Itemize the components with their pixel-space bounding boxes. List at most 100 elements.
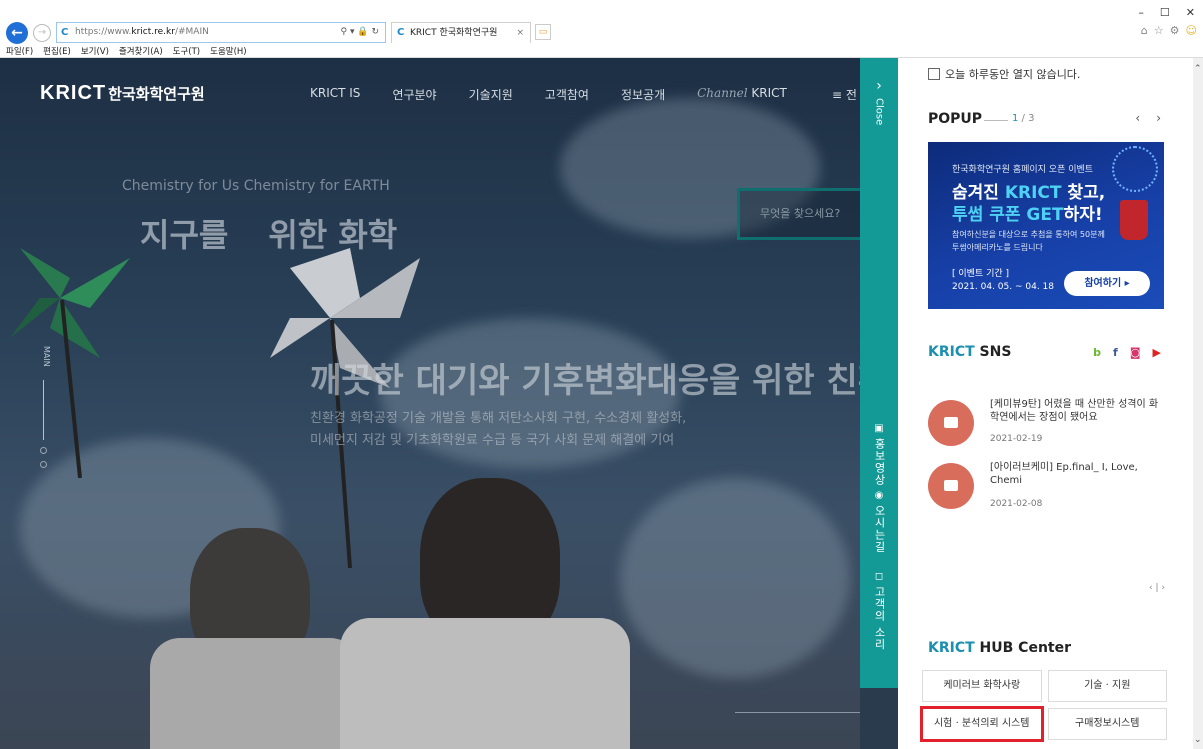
close-window-icon[interactable]: ✕ xyxy=(1186,6,1195,19)
close-panel-button[interactable]: › Close xyxy=(860,78,898,148)
hub-title: KRICT HUB Center xyxy=(928,640,1071,656)
dont-show-label: 오늘 하루동안 열지 않습니다. xyxy=(945,68,1081,81)
menu-tools[interactable]: 도구(T) xyxy=(173,45,200,57)
decor-line xyxy=(735,712,860,713)
slogan-ko-b: 위한 화학 xyxy=(268,216,398,254)
side-link-promo-video[interactable]: ▣ 홍보영상 xyxy=(860,423,898,489)
youtube-thumb-icon xyxy=(928,463,974,509)
minimize-icon[interactable]: – xyxy=(1138,6,1144,19)
blog-icon[interactable]: b xyxy=(1093,346,1101,359)
next-chevron-icon[interactable]: › xyxy=(1156,111,1161,125)
browser-tab[interactable]: C KRICT 한국화학연구원 × xyxy=(391,22,531,43)
url-suffix: /#MAIN xyxy=(174,27,209,37)
nav-item-tech-support[interactable]: 기술지원 xyxy=(469,86,513,103)
slide-dot[interactable] xyxy=(40,447,47,454)
instagram-icon[interactable]: ◙ xyxy=(1130,346,1141,359)
feedback-smiley-icon[interactable]: ☺ xyxy=(1186,24,1197,37)
address-controls[interactable]: ⚲ ▾ 🔒 ↻ xyxy=(341,23,379,42)
nav-item-disclosure[interactable]: 정보공개 xyxy=(621,86,665,103)
sns-item-title: [아이러브케미] Ep.final_ I, Love, Chemi xyxy=(990,462,1138,486)
screen: ← → C https://www.krict.re.kr/#MAIN ⚲ ▾ … xyxy=(0,0,1203,749)
dont-show-checkbox[interactable] xyxy=(928,68,940,80)
side-tab-bar: › Close ▣ 홍보영상 ◉ 오시는길 ◻ 고객의 소리 xyxy=(860,58,898,749)
hub-purchase-info-button[interactable]: 구매정보시스템 xyxy=(1047,708,1167,740)
facebook-icon[interactable]: f xyxy=(1113,346,1118,359)
sns-item-date: 2021-02-19 xyxy=(990,434,1043,444)
new-tab-button[interactable]: ▭ xyxy=(535,24,551,40)
forward-button[interactable]: → xyxy=(33,24,51,42)
menu-edit[interactable]: 편집(E) xyxy=(43,45,71,57)
coffee-cup-icon xyxy=(1120,200,1148,240)
sns-item-title: [케미뷰9탄] 어렸을 때 산만한 성격이 화학연에서는 장점이 됐어요 xyxy=(990,399,1159,423)
sidebar-bottom-image xyxy=(860,688,898,749)
tab-title: KRICT 한국화학연구원 xyxy=(410,28,498,38)
window-controls: – ☐ ✕ xyxy=(1138,6,1195,19)
slogan-en: Chemistry for Us Chemistry for EARTH xyxy=(122,178,390,194)
browser-toolbar-icons: ⌂ ☆ ⚙ ☺ xyxy=(1141,24,1197,37)
popup-title: POPUP xyxy=(928,111,983,127)
all-menu-button[interactable]: ≡ 전 xyxy=(832,86,857,103)
location-pin-icon: ◉ xyxy=(874,490,884,501)
scroll-down-icon[interactable]: ⌄ xyxy=(1194,735,1202,745)
site-logo[interactable]: KRICT 한국화학연구원 xyxy=(40,82,205,105)
menu-favorites[interactable]: 즐겨찾기(A) xyxy=(119,45,163,57)
sns-pager[interactable]: ‹ | › xyxy=(1149,583,1165,593)
sns-title: KRICT SNS xyxy=(928,344,1011,360)
menu-help[interactable]: 도움말(H) xyxy=(210,45,246,57)
side-link-voice[interactable]: ◻ 고객의 소리 xyxy=(860,571,898,654)
channel-word: KRICT xyxy=(751,86,787,100)
back-button[interactable]: ← xyxy=(6,22,28,44)
tab-close-icon[interactable]: × xyxy=(516,23,524,43)
sns-title-a: KRICT xyxy=(928,344,975,360)
sns-icons: b f ◙ ▶ xyxy=(1093,346,1161,359)
sns-item[interactable]: [아이러브케미] Ep.final_ I, Love, Chemi 2021-0… xyxy=(928,462,1168,513)
settings-gear-icon[interactable]: ⚙ xyxy=(1170,24,1180,37)
dont-show-today[interactable]: 오늘 하루동안 열지 않습니다. xyxy=(928,66,1080,82)
hero-subtext-line2: 미세먼지 저감 및 기초화학원료 수급 등 국가 사회 문제 해결에 기여 xyxy=(310,433,675,448)
popup-divider xyxy=(984,120,1008,121)
prev-chevron-icon[interactable]: ‹ xyxy=(1135,111,1140,125)
nav-item-channel[interactable]: Channel KRICT xyxy=(697,86,787,103)
banner-l3a: 투썸 쿠폰 GET xyxy=(952,205,1064,225)
hero-section: KRICT 한국화학연구원 KRICT IS 연구분야 기술지원 고객참여 정보공… xyxy=(0,58,860,749)
child-left-shirt xyxy=(150,638,360,749)
global-nav: KRICT IS 연구분야 기술지원 고객참여 정보공개 Channel KRI… xyxy=(310,86,787,103)
hub-analysis-request-button[interactable]: 시험 · 분석의뢰 시스템 xyxy=(920,706,1044,742)
sns-item[interactable]: [케미뷰9탄] 어렸을 때 산만한 성격이 화학연에서는 장점이 됐어요 202… xyxy=(928,399,1168,450)
home-icon[interactable]: ⌂ xyxy=(1141,24,1148,37)
participate-button[interactable]: 참여하기 ▸ xyxy=(1064,271,1150,296)
menu-view[interactable]: 보기(V) xyxy=(81,45,109,57)
side-link-directions[interactable]: ◉ 오시는길 xyxy=(860,490,898,556)
nav-item-customer[interactable]: 고객참여 xyxy=(545,86,589,103)
panel-scrollbar[interactable]: ⌃ ⌄ xyxy=(1193,58,1203,749)
banner-period-dates: 2021. 04. 05. ~ 04. 18 xyxy=(952,282,1055,292)
youtube-thumb-icon xyxy=(928,400,974,446)
address-bar[interactable]: C https://www.krict.re.kr/#MAIN ⚲ ▾ 🔒 ↻ xyxy=(56,22,386,43)
banner-l3b: 하자! xyxy=(1063,205,1103,225)
hero-subtext: 친환경 화학공정 기술 개발을 통해 저탄소사회 구현, 수소경제 활성화, 미… xyxy=(310,408,686,452)
hero-subtext-line1: 친환경 화학공정 기술 개발을 통해 저탄소사회 구현, 수소경제 활성화, xyxy=(310,411,687,426)
hub-tech-support-button[interactable]: 기술 · 지원 xyxy=(1047,670,1167,702)
url-host: krict.re.kr xyxy=(131,27,175,37)
url-prefix: https://www. xyxy=(75,27,132,37)
menu-file[interactable]: 파일(F) xyxy=(6,45,33,57)
youtube-icon[interactable]: ▶ xyxy=(1153,346,1161,359)
video-icon: ▣ xyxy=(874,423,884,434)
banner-period-label: [ 이벤트 기간 ] xyxy=(952,269,1010,279)
event-banner[interactable]: 한국화학연구원 홈페이지 오픈 이벤트 숨겨진 KRICT 찾고, 투썸 쿠폰 … xyxy=(928,142,1164,309)
menu-bar: 파일(F) 편집(E) 보기(V) 즐겨찾기(A) 도구(T) 도움말(H) xyxy=(6,45,247,57)
nav-item-kricts[interactable]: KRICT IS xyxy=(310,86,360,103)
scroll-up-icon[interactable]: ⌃ xyxy=(1194,64,1202,74)
maximize-icon[interactable]: ☐ xyxy=(1160,6,1170,19)
slide-dot[interactable] xyxy=(40,461,47,468)
firework-icon xyxy=(1112,146,1158,192)
popup-nav: ‹ › xyxy=(1135,111,1161,125)
hub-title-a: KRICT xyxy=(928,640,975,656)
banner-line1: 한국화학연구원 홈페이지 오픈 이벤트 xyxy=(952,165,1094,175)
favorites-star-icon[interactable]: ☆ xyxy=(1154,24,1164,37)
banner-period: [ 이벤트 기간 ] 2021. 04. 05. ~ 04. 18 xyxy=(952,268,1054,294)
search-input[interactable]: 무엇을 찾으세요? xyxy=(737,188,860,240)
tab-favicon-icon: C xyxy=(397,27,405,38)
nav-item-research[interactable]: 연구분야 xyxy=(392,86,436,103)
hub-chemilove-button[interactable]: 케미러브 화학사랑 xyxy=(922,670,1042,702)
